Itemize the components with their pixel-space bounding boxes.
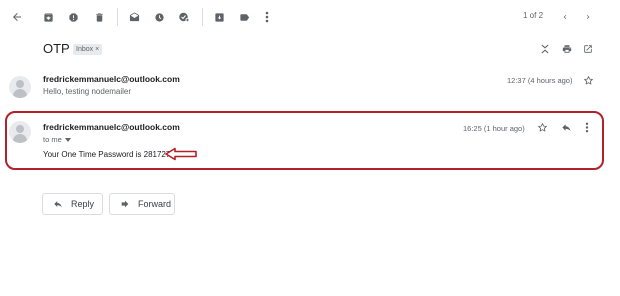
print-icon[interactable] xyxy=(560,42,574,56)
message-sender[interactable]: fredrickemmanuelc@outlook.com xyxy=(43,74,180,84)
message-sender[interactable]: fredrickemmanuelc@outlook.com xyxy=(43,122,180,132)
forward-icon xyxy=(121,200,129,208)
star-icon[interactable] xyxy=(581,73,595,87)
avatar xyxy=(9,76,31,98)
reply-icon[interactable] xyxy=(559,120,573,134)
move-to-icon[interactable] xyxy=(212,9,226,25)
pagination-label: 1 of 2 xyxy=(523,11,544,20)
delete-icon[interactable] xyxy=(92,9,106,25)
red-arrow-icon xyxy=(165,147,197,161)
spam-icon[interactable] xyxy=(66,9,80,25)
snooze-icon[interactable] xyxy=(152,9,166,25)
collapse-icon[interactable] xyxy=(539,42,551,56)
forward-button[interactable]: Forward xyxy=(109,193,175,215)
message-time: 12:37 (4 hours ago) xyxy=(507,76,573,85)
add-task-icon[interactable] xyxy=(177,9,191,25)
forward-button-label: Forward xyxy=(138,199,172,209)
recipient-text: to me xyxy=(43,135,62,144)
star-icon[interactable] xyxy=(535,120,549,134)
inbox-label-chip[interactable]: Inbox × xyxy=(73,44,103,55)
back-icon[interactable] xyxy=(9,9,25,25)
recipient-label[interactable]: to me xyxy=(43,135,71,144)
label-icon[interactable] xyxy=(237,9,251,25)
label-chip-text: Inbox xyxy=(76,46,94,53)
new-window-icon[interactable] xyxy=(581,42,595,56)
toolbar-divider xyxy=(202,8,203,26)
message-time: 16:25 (1 hour ago) xyxy=(463,124,525,133)
label-remove-icon[interactable]: × xyxy=(95,46,99,53)
avatar xyxy=(9,121,31,143)
more-icon[interactable] xyxy=(262,9,272,25)
prev-icon[interactable] xyxy=(559,9,571,25)
subject-title: OTP xyxy=(43,41,70,56)
message-body: Your One Time Password is 281727 xyxy=(43,150,171,159)
message-snippet[interactable]: Hello, testing nodemailer xyxy=(43,87,131,96)
reply-button-label: Reply xyxy=(71,199,95,209)
highlight-outline xyxy=(5,111,604,170)
toolbar-divider xyxy=(117,8,118,26)
archive-icon[interactable] xyxy=(41,9,55,25)
next-icon[interactable] xyxy=(582,9,594,25)
more-vert-icon[interactable] xyxy=(582,120,592,134)
reply-icon xyxy=(54,201,62,208)
reply-button[interactable]: Reply xyxy=(42,193,103,215)
chevron-down-icon[interactable] xyxy=(64,137,71,143)
mark-unread-icon[interactable] xyxy=(127,9,141,25)
